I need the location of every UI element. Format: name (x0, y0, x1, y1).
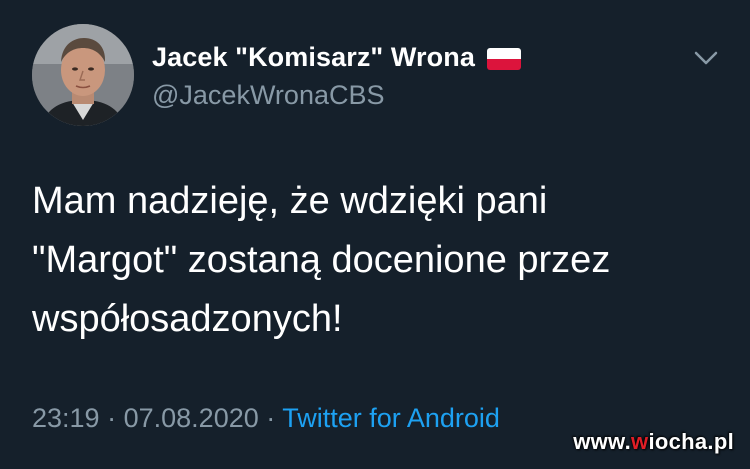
meta-separator-2: · (266, 403, 276, 433)
watermark-rest: iocha.pl (648, 429, 734, 454)
tweet-card: Jacek "Komisarz" Wrona @JacekWronaCBS Ma… (0, 0, 750, 469)
meta-separator: · (107, 403, 117, 433)
watermark-accent: w (631, 429, 649, 454)
poland-flag-icon (486, 47, 521, 70)
tweet-date[interactable]: 07.08.2020 (124, 403, 259, 433)
user-handle[interactable]: @JacekWronaCBS (152, 80, 385, 111)
tweet-time[interactable]: 23:19 (32, 403, 100, 433)
avatar[interactable] (32, 24, 134, 126)
tweet-source-link[interactable]: Twitter for Android (282, 403, 500, 433)
chevron-down-icon[interactable] (692, 48, 720, 68)
avatar-photo (32, 24, 134, 126)
tweet-text: Mam nadzieję, że wdzięki pani "Margot" z… (32, 180, 611, 340)
tweet-meta: 23:19 · 07.08.2020 · Twitter for Android (32, 403, 500, 434)
watermark-prefix: www. (573, 429, 632, 454)
display-name[interactable]: Jacek "Komisarz" Wrona (152, 42, 475, 73)
author-row: Jacek "Komisarz" Wrona (152, 42, 521, 73)
watermark: www.wiocha.pl (573, 429, 734, 455)
